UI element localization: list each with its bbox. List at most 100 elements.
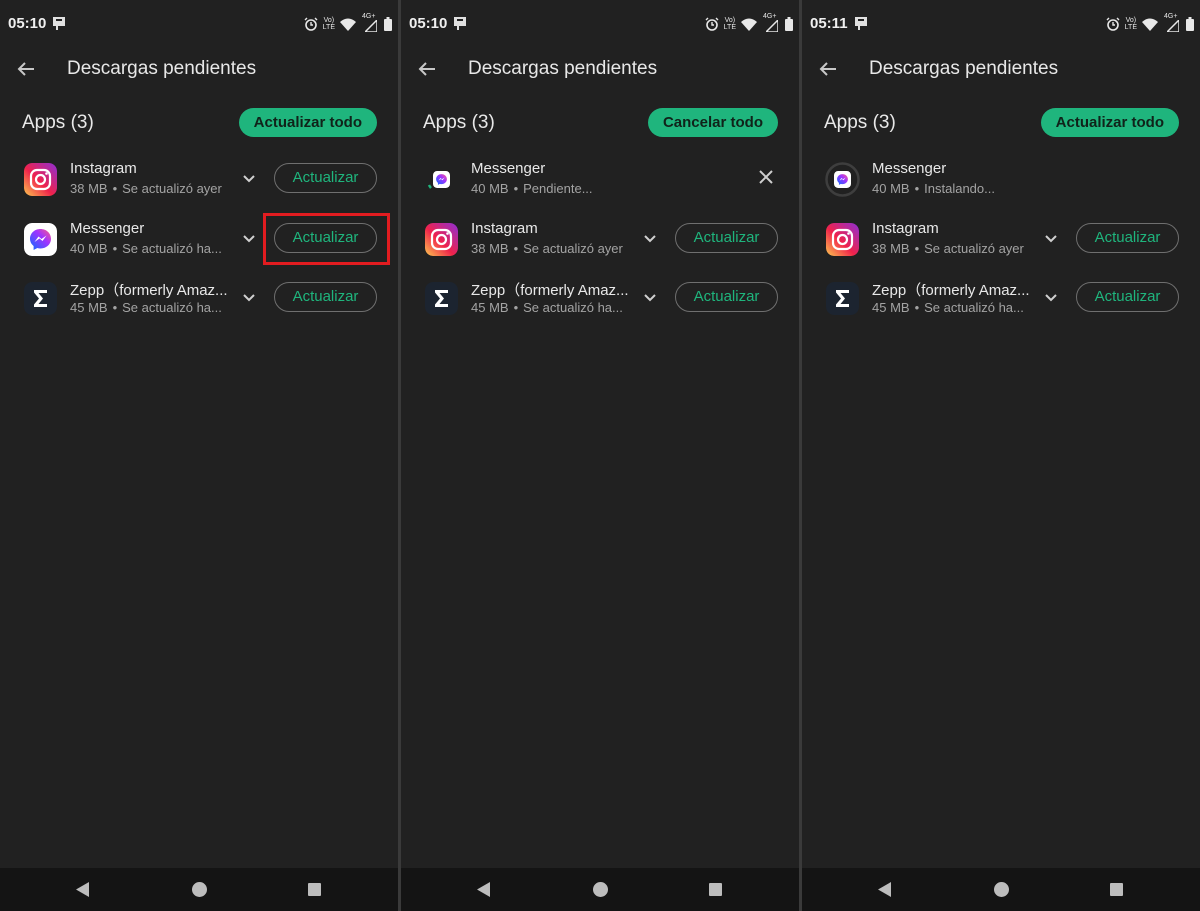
nav-back-icon[interactable] [477,882,491,897]
status-icons: Vo) LTE 4G+ [705,13,793,33]
app-meta: 38 MB • Se actualizó ayer [471,241,623,256]
screen-2: 05:10 Vo) LTE 4G+ Descargas pendientes Ap… [401,0,799,911]
battery-icon [384,17,392,31]
instagram-icon [425,223,458,256]
update-button[interactable]: Actualizar [1076,223,1179,253]
update-all-button[interactable]: Actualizar todo [238,108,377,137]
list-item[interactable]: Messenger 40 MB • Se actualizó ha... Actua… [0,218,398,270]
update-button[interactable]: Actualizar [274,282,377,312]
chevron-down-icon[interactable] [241,230,257,246]
app-name: Messenger [70,220,145,237]
nav-recents-icon[interactable] [1110,883,1123,896]
page-title: Descargas pendientes [869,58,1059,79]
chevron-down-icon[interactable] [241,170,257,186]
wifi-icon [340,18,356,31]
app-name: Messenger [471,160,546,177]
chevron-down-icon[interactable] [642,289,658,305]
screen-1: 05:10 Vo) LTE 4G+ Descargas pendientes Ap… [0,0,398,911]
messenger-icon [433,171,450,188]
app-name: Zepp（formerly Amaz... [471,282,629,299]
chevron-down-icon[interactable] [241,289,257,305]
nav-bar [802,868,1200,911]
chevron-down-icon[interactable] [642,230,658,246]
battery-icon [1186,17,1194,31]
nav-home-icon[interactable] [192,882,207,897]
app-bar: Descargas pendientes [802,48,1200,90]
app-meta: 45 MB • Se actualizó ha... [872,300,1024,315]
messenger-icon [24,223,57,256]
wifi-icon [741,18,757,31]
list-item[interactable]: Zepp（formerly Amaz... 45 MB • Se actualizó… [802,277,1200,329]
alarm-icon [705,17,719,31]
instagram-icon [826,223,859,256]
app-name: Zepp（formerly Amaz... [70,282,228,299]
cell-signal: 4G+ [762,13,780,32]
app-meta: 45 MB • Se actualizó ha... [70,300,222,315]
back-arrow-icon[interactable] [415,57,439,81]
section-header: Apps (3) Actualizar todo [0,108,398,138]
notification-icon [855,17,867,30]
battery-icon [785,17,793,31]
nav-back-icon[interactable] [76,882,90,897]
app-name: Instagram [471,220,538,237]
close-icon[interactable] [757,168,775,186]
status-bar: 05:11 Vo) LTE 4G+ [802,0,1200,48]
status-icons: Vo) LTE 4G+ [304,13,392,33]
app-bar: Descargas pendientes [401,48,799,90]
cancel-all-button[interactable]: Cancelar todo [647,108,778,137]
list-item[interactable]: Instagram 38 MB • Se actualizó ayer Actual… [0,158,398,210]
app-name: Instagram [70,160,137,177]
nav-recents-icon[interactable] [709,883,722,896]
update-button[interactable]: Actualizar [675,282,778,312]
cell-signal: 4G+ [361,13,379,32]
instagram-icon [24,163,57,196]
signal-icon [1167,20,1179,32]
nav-home-icon[interactable] [593,882,608,897]
list-item[interactable]: Messenger 40 MB • Pendiente... [401,158,799,210]
list-item[interactable]: Instagram 38 MB • Se actualizó ayer Actual… [802,218,1200,270]
section-header: Apps (3) Cancelar todo [401,108,799,138]
back-arrow-icon[interactable] [14,57,38,81]
status-time: 05:10 [409,15,448,32]
notification-icon [53,17,65,30]
update-button[interactable]: Actualizar [675,223,778,253]
zepp-icon [826,282,859,315]
app-name: Instagram [872,220,939,237]
chevron-down-icon[interactable] [1043,230,1059,246]
app-meta: 40 MB • Pendiente... [471,181,593,196]
back-arrow-icon[interactable] [816,57,840,81]
nav-recents-icon[interactable] [308,883,321,896]
status-icons: Vo) LTE 4G+ [1106,13,1194,33]
update-all-button[interactable]: Actualizar todo [1040,108,1179,137]
app-name: Messenger [872,160,947,177]
app-meta: 40 MB • Instalando... [872,181,995,196]
list-item[interactable]: Zepp（formerly Amaz... 45 MB • Se actualizó… [401,277,799,329]
wifi-icon [1142,18,1158,31]
update-button[interactable]: Actualizar [1076,282,1179,312]
app-meta: 38 MB • Se actualizó ayer [70,181,222,196]
page-title: Descargas pendientes [468,58,658,79]
app-name: Zepp（formerly Amaz... [872,282,1030,299]
app-meta: 40 MB • Se actualizó ha... [70,241,222,256]
list-item[interactable]: Instagram 38 MB • Se actualizó ayer Actual… [401,218,799,270]
section-header: Apps (3) Actualizar todo [802,108,1200,138]
chevron-down-icon[interactable] [1043,289,1059,305]
messenger-icon [834,171,851,188]
list-item[interactable]: Messenger 40 MB • Instalando... [802,158,1200,210]
zepp-icon [24,282,57,315]
section-title: Apps (3) [22,112,94,133]
signal-icon [766,20,778,32]
list-item[interactable]: Zepp（formerly Amaz... 45 MB • Se actualizó… [0,277,398,329]
update-button[interactable]: Actualizar [274,163,377,193]
alarm-icon [1106,17,1120,31]
update-button[interactable]: Actualizar [274,223,377,253]
app-bar: Descargas pendientes [0,48,398,90]
zepp-icon [425,282,458,315]
volte-indicator: Vo) LTE [1124,17,1137,31]
volte-indicator: Vo) LTE [723,17,736,31]
nav-home-icon[interactable] [994,882,1009,897]
nav-back-icon[interactable] [878,882,892,897]
signal-icon [365,20,377,32]
status-bar: 05:10 Vo) LTE 4G+ [401,0,799,48]
status-time: 05:10 [8,15,47,32]
